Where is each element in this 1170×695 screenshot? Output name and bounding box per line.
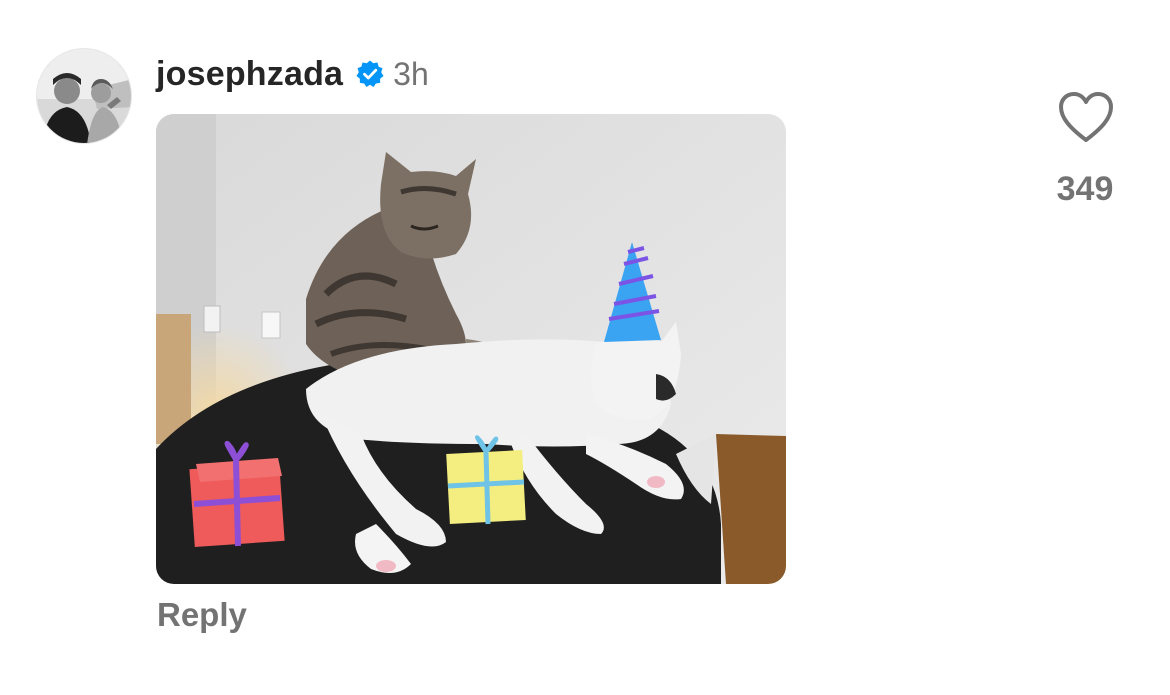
gif-image <box>156 114 786 584</box>
avatar-image <box>37 49 131 143</box>
verified-badge-icon <box>355 59 385 89</box>
comment-gif[interactable] <box>156 114 786 584</box>
avatar[interactable] <box>36 48 132 144</box>
timestamp: 3h <box>393 55 429 92</box>
reply-button[interactable]: Reply <box>157 596 247 634</box>
comment-header: josephzada 3h <box>156 52 429 96</box>
username[interactable]: josephzada <box>156 55 343 94</box>
like-count: 349 <box>1056 170 1114 208</box>
heart-outline-icon[interactable] <box>1058 92 1114 144</box>
